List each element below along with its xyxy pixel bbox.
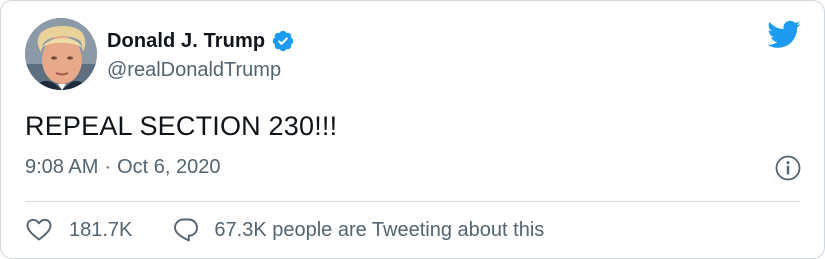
tweeting-about-button[interactable]: 67.3K people are Tweeting about this bbox=[172, 216, 544, 244]
like-count: 181.7K bbox=[69, 218, 133, 241]
tweet-card: Donald J. Trump @realDonaldTrump REPEAL … bbox=[0, 0, 825, 259]
timestamp-separator: · bbox=[104, 156, 112, 178]
info-icon[interactable] bbox=[774, 154, 802, 182]
avatar-photo bbox=[25, 18, 97, 90]
author-display-name[interactable]: Donald J. Trump bbox=[107, 30, 265, 53]
speech-bubble-icon bbox=[174, 218, 199, 242]
heart-icon bbox=[26, 218, 52, 241]
tweet-timestamp[interactable]: 9:08 AM · Oct 6, 2020 bbox=[25, 156, 220, 179]
tweet-time: 9:08 AM bbox=[25, 156, 99, 178]
tweeting-about-label: 67.3K people are Tweeting about this bbox=[214, 218, 545, 241]
tweet-date: Oct 6, 2020 bbox=[117, 156, 221, 178]
divider bbox=[25, 201, 800, 202]
like-button[interactable]: 181.7K bbox=[25, 216, 132, 244]
author-name-row: Donald J. Trump bbox=[107, 27, 295, 55]
twitter-bird-icon[interactable] bbox=[765, 17, 803, 51]
tweet-actions: 181.7K 67.3K people are Tweeting about t… bbox=[25, 215, 544, 245]
avatar[interactable] bbox=[25, 18, 97, 90]
tweet-text: REPEAL SECTION 230!!! bbox=[25, 111, 338, 141]
author-handle[interactable]: @realDonaldTrump bbox=[107, 59, 281, 82]
verified-badge-icon bbox=[271, 29, 295, 53]
